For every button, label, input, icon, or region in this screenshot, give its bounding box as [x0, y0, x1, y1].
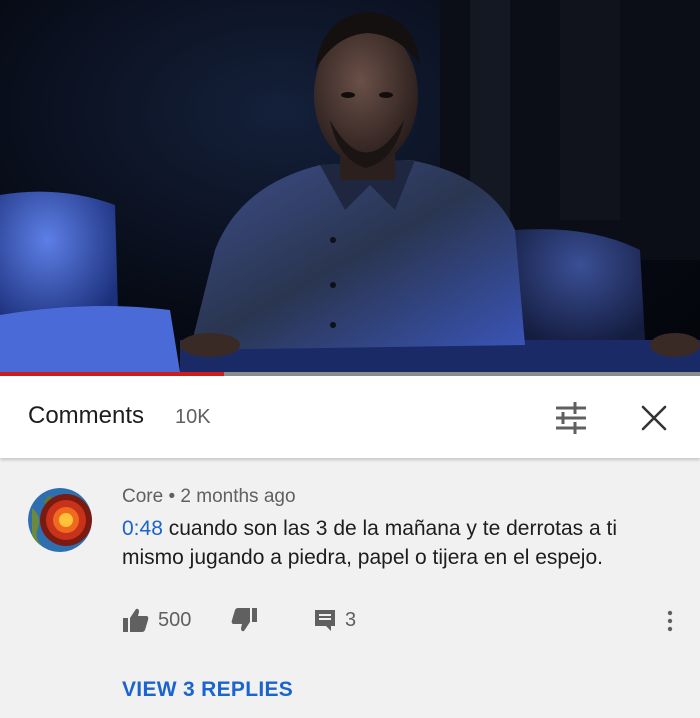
reply-button[interactable]: 3	[313, 606, 356, 634]
like-button[interactable]: 500	[122, 606, 191, 634]
dislike-button[interactable]	[230, 606, 258, 634]
view-replies-button[interactable]: VIEW 3 REPLIES	[122, 678, 293, 702]
reply-count: 3	[345, 608, 357, 631]
video-frame-image	[0, 0, 700, 372]
meta-separator: •	[168, 486, 176, 507]
comments-title: Comments	[28, 402, 145, 429]
like-count: 500	[158, 608, 192, 631]
sort-filter-icon	[556, 402, 586, 434]
comment-meta: Core • 2 months ago	[122, 486, 296, 508]
more-options-button[interactable]	[660, 608, 680, 634]
earth-core-avatar-icon	[28, 488, 92, 552]
close-icon	[641, 405, 667, 431]
comment-time: 2 months ago	[180, 486, 296, 507]
comments-list: Core • 2 months ago 0:48 cuando son las …	[0, 458, 700, 718]
comment-author[interactable]: Core	[122, 486, 163, 507]
thumbs-up-icon	[123, 608, 149, 632]
comments-header: Comments 10K	[0, 376, 700, 458]
video-player[interactable]	[0, 0, 700, 372]
avatar[interactable]	[28, 488, 92, 552]
comment-reply-icon	[315, 610, 335, 631]
comment-body: 0:48 cuando son las 3 de la mañana y te …	[122, 514, 662, 572]
sort-comments-button[interactable]	[552, 400, 590, 436]
more-vert-icon	[667, 610, 673, 632]
timestamp-link[interactable]: 0:48	[122, 517, 163, 540]
thumbs-down-icon	[231, 608, 257, 632]
close-comments-button[interactable]	[636, 400, 672, 436]
comment-text: cuando son las 3 de la mañana y te derro…	[122, 517, 617, 569]
comments-count: 10K	[175, 406, 211, 428]
